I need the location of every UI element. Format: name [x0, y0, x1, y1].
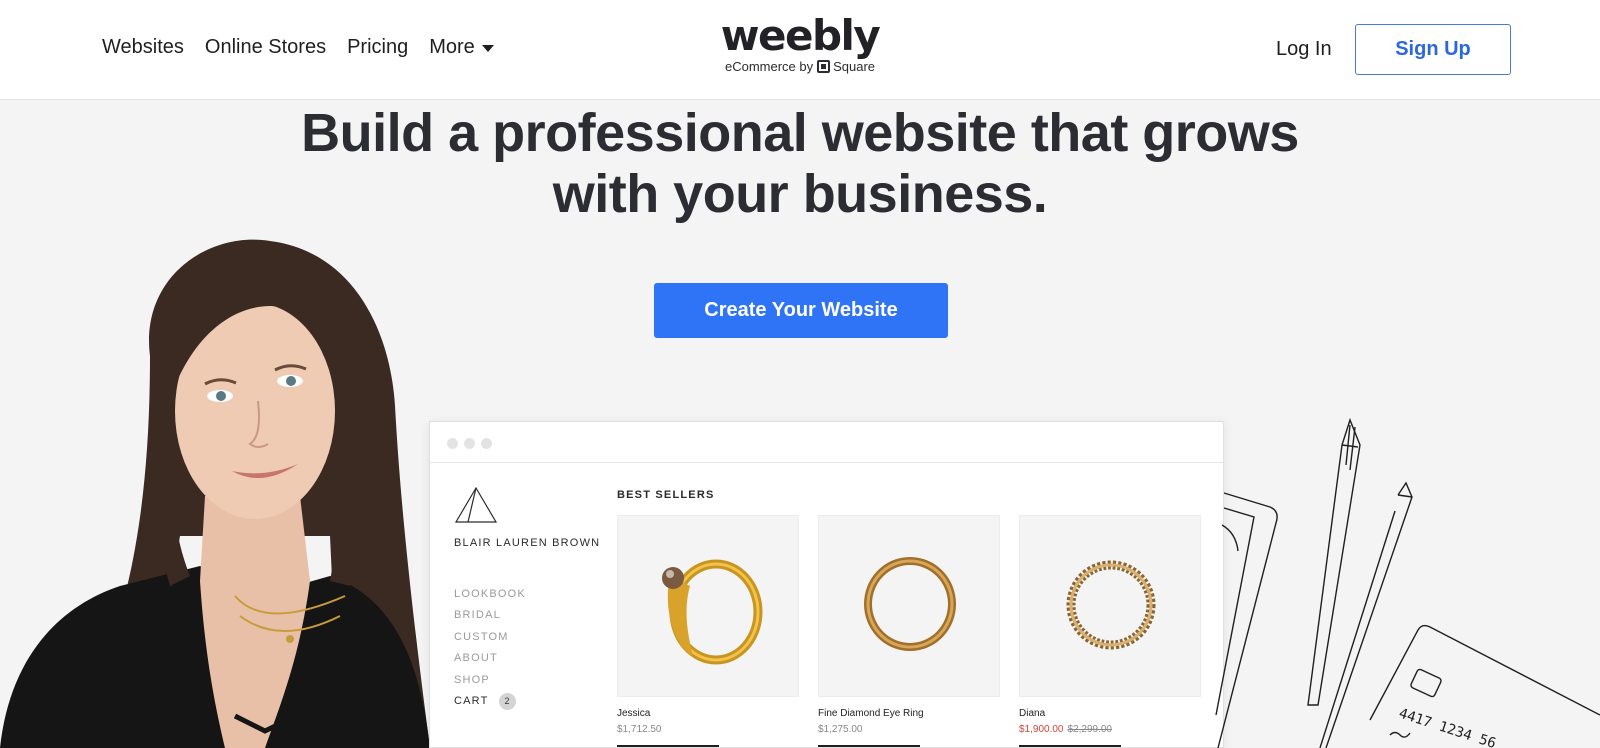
window-dot-icon	[447, 438, 458, 449]
window-dot-icon	[481, 438, 492, 449]
create-website-button[interactable]: Create Your Website	[654, 283, 948, 338]
store-menu-custom[interactable]: CUSTOM	[454, 626, 526, 648]
nav-more-dropdown[interactable]: More	[429, 36, 494, 59]
hero-title-line-1: Build a professional website that grows	[301, 103, 1299, 163]
pen-icon	[1307, 417, 1361, 706]
logo-tagline-prefix: eCommerce by	[724, 59, 814, 74]
product-card[interactable]: Jessica $1,712.50	[617, 515, 799, 747]
product-image	[1019, 515, 1201, 697]
nav-pricing[interactable]: Pricing	[347, 36, 408, 59]
gold-ring-image	[662, 559, 763, 665]
product-name: Fine Diamond Eye Ring	[818, 708, 924, 719]
store-menu-shop[interactable]: SHOP	[454, 669, 526, 691]
product-price: $1,900.00 $2,299.00	[1019, 724, 1201, 735]
gold-ring-image	[1066, 560, 1156, 650]
cart-count-badge: 2	[498, 692, 516, 710]
product-price: $1,275.00	[818, 724, 863, 735]
primary-nav: Websites Online Stores Pricing More	[102, 36, 515, 59]
triangle-logo-icon	[454, 486, 498, 523]
store-menu-lookbook[interactable]: LOOKBOOK	[454, 583, 526, 605]
sale-price: $1,900.00	[1019, 724, 1064, 735]
original-price: $2,299.00	[1067, 724, 1113, 735]
cart-label: CART	[454, 695, 489, 708]
nav-websites[interactable]: Websites	[102, 36, 184, 59]
browser-titlebar	[430, 422, 1223, 463]
line-art-illustration: 4417 1234 56	[1215, 417, 1600, 748]
weebly-logo[interactable]: weebly eCommerce by Square	[700, 11, 900, 75]
best-sellers-heading: BEST SELLERS	[617, 489, 715, 501]
product-image	[818, 515, 1000, 697]
card-number-text: 4417 1234 56	[1397, 706, 1498, 748]
store-menu-bridal[interactable]: BRIDAL	[454, 605, 526, 627]
product-card[interactable]: Diana $1,900.00 $2,299.00	[1019, 515, 1201, 747]
store-name: BLAIR LAUREN BROWN	[454, 537, 601, 549]
store-menu-about[interactable]: ABOUT	[454, 648, 526, 670]
hero-title-line-2: with your business.	[552, 164, 1048, 224]
product-price: $1,712.50	[617, 724, 662, 735]
pencil-icon	[1325, 481, 1413, 748]
product-name: Jessica	[617, 708, 651, 719]
hero-title: Build a professional website that grows …	[200, 103, 1400, 225]
logo-tagline-brand: Square	[833, 59, 876, 74]
store-preview-window: BLAIR LAUREN BROWN LOOKBOOK BRIDAL CUSTO…	[429, 421, 1224, 748]
product-name: Diana	[1019, 708, 1046, 719]
chevron-down-icon	[481, 45, 494, 52]
product-image	[617, 515, 799, 697]
store-menu: LOOKBOOK BRIDAL CUSTOM ABOUT SHOP CART 2	[454, 583, 526, 712]
woman-portrait-image	[0, 239, 430, 748]
nav-more-label: More	[429, 36, 475, 58]
square-logo-icon	[817, 60, 831, 73]
signup-button[interactable]: Sign Up	[1355, 24, 1511, 75]
site-header: Websites Online Stores Pricing More weeb…	[0, 0, 1600, 100]
tablet-outline-icon	[1217, 492, 1278, 748]
logo-wordmark: weebly	[720, 11, 881, 60]
gold-ring-image	[864, 557, 956, 651]
store-menu-cart[interactable]: CART 2	[454, 691, 526, 713]
nav-online-stores[interactable]: Online Stores	[205, 36, 326, 59]
login-link[interactable]: Log In	[1276, 38, 1332, 61]
window-dot-icon	[464, 438, 475, 449]
logo-tagline: eCommerce by Square	[700, 59, 900, 74]
product-card[interactable]: Fine Diamond Eye Ring $1,275.00	[818, 515, 1000, 747]
